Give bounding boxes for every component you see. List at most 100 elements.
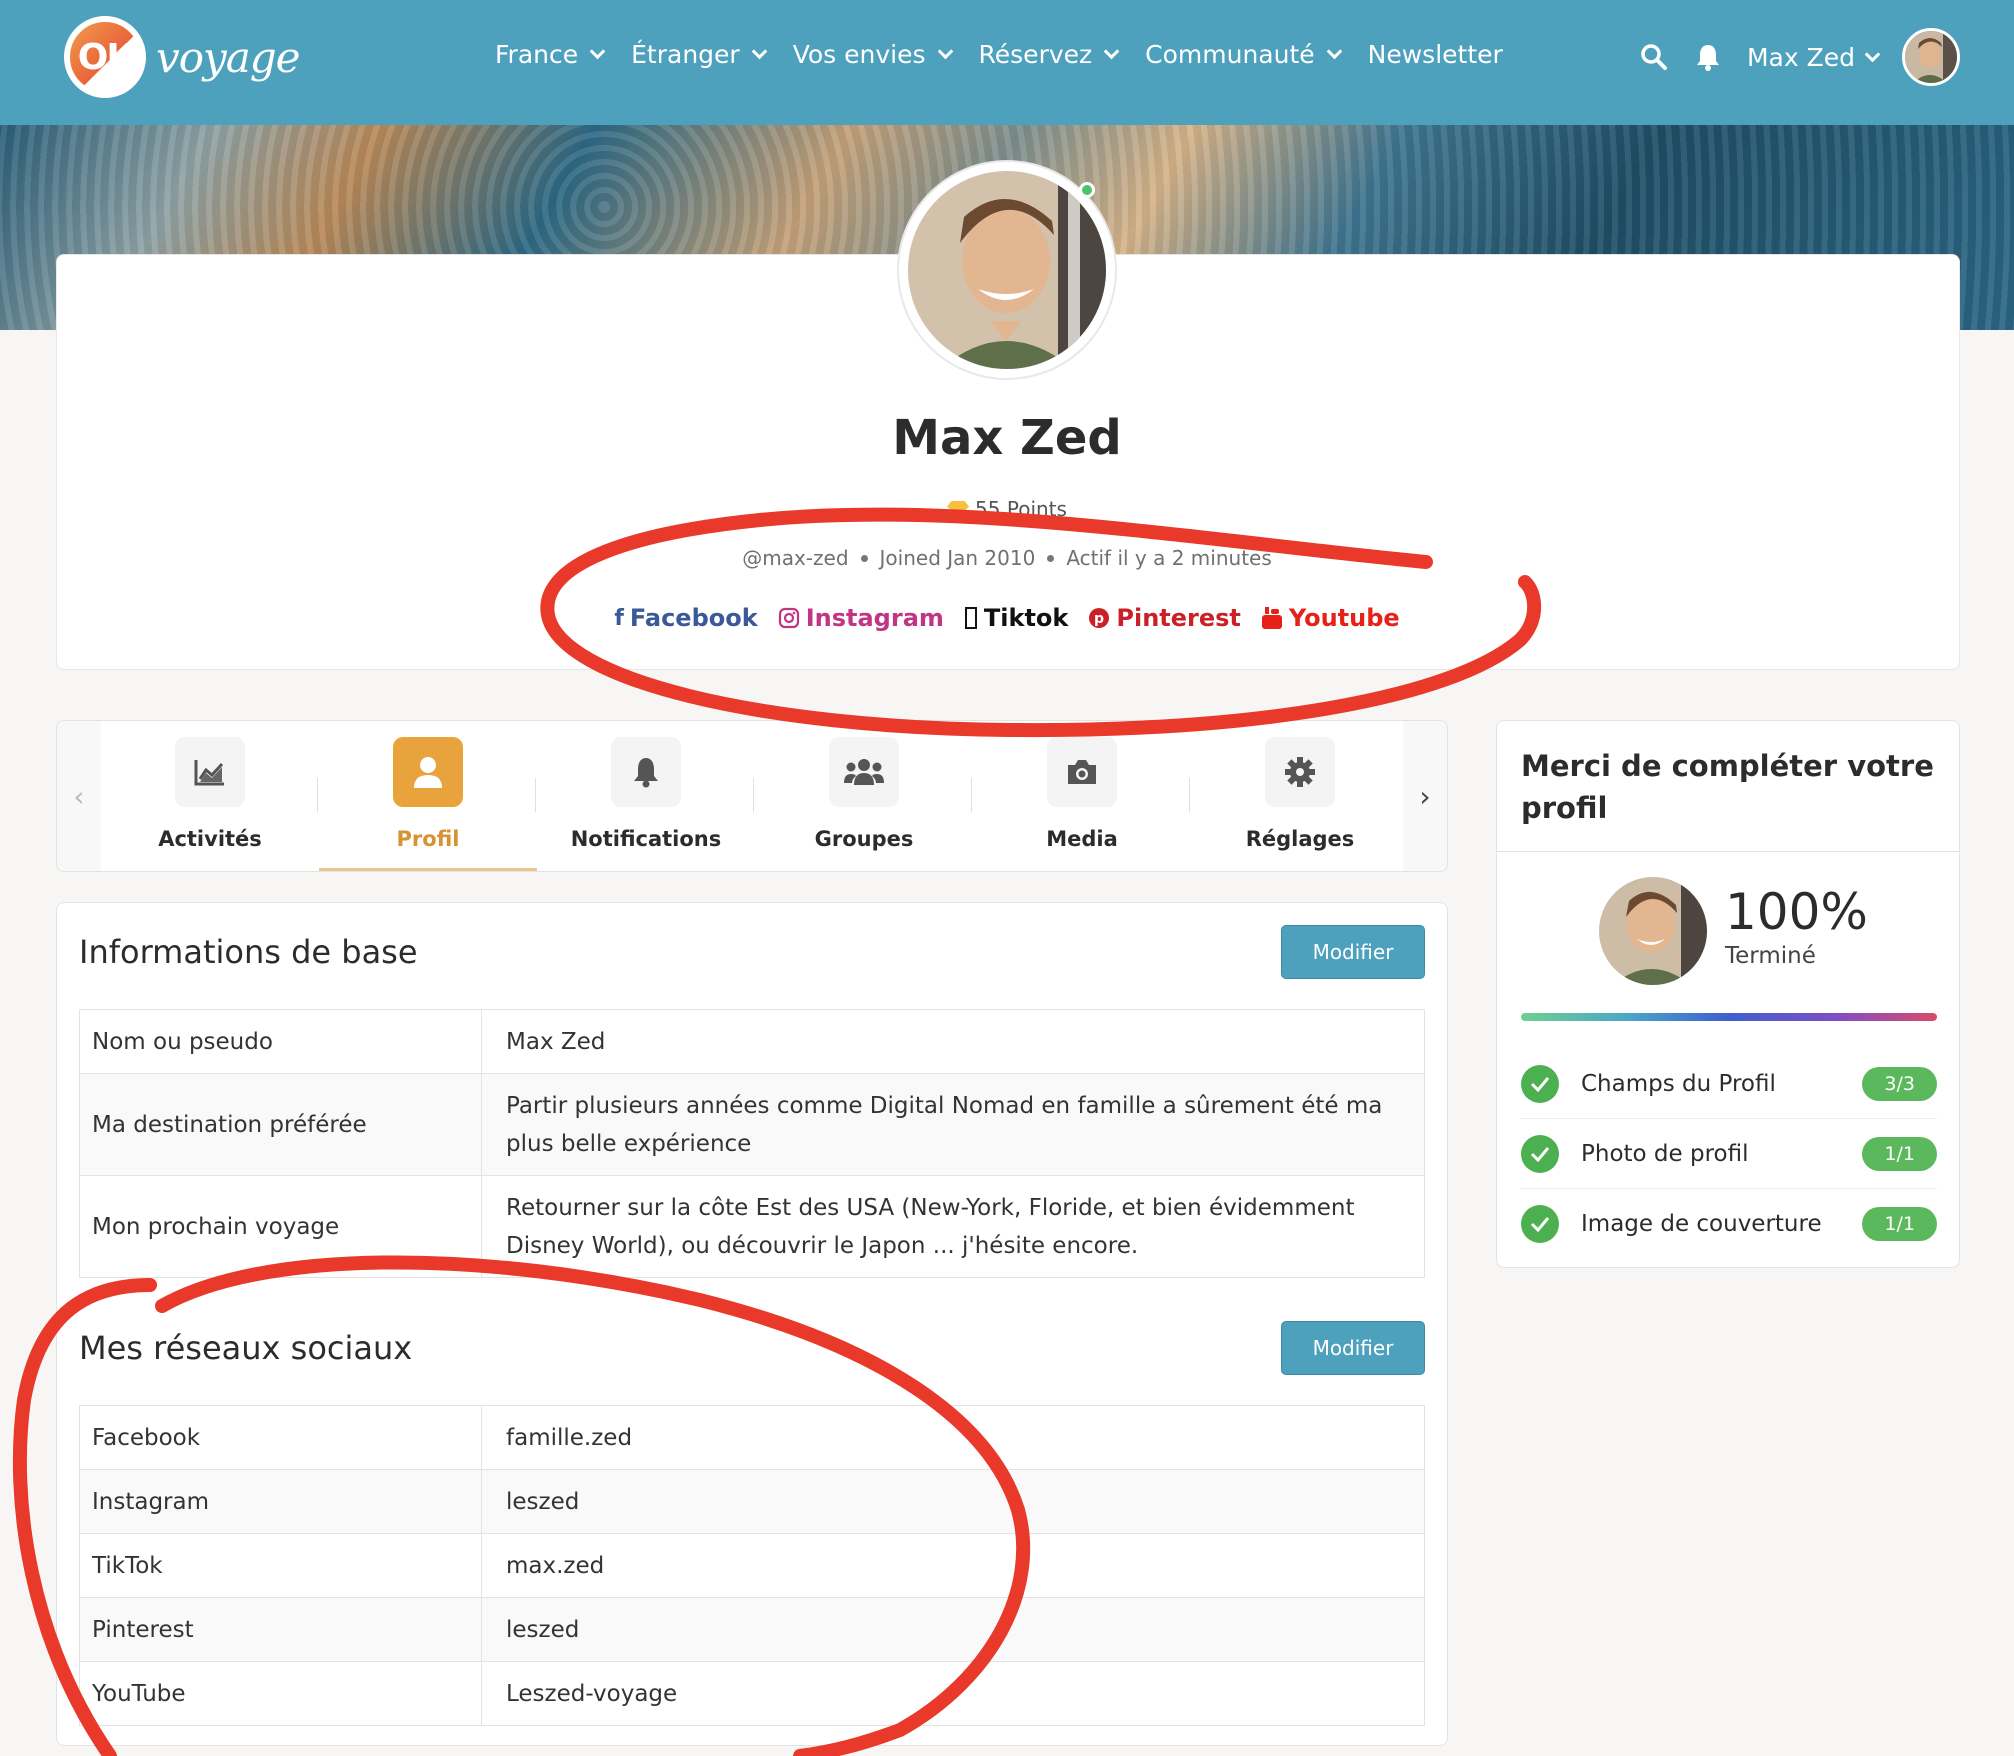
field-value: max.zed [481, 1533, 1425, 1598]
completion-title: Merci de compléter votre profil [1521, 749, 1934, 825]
user-menu[interactable]: Max Zed [1746, 42, 1881, 72]
online-status-dot [1079, 182, 1095, 198]
chevron-right-icon: › [1419, 779, 1431, 813]
completion-badge: 1/1 [1862, 1136, 1937, 1171]
edit-basic-info-button[interactable]: Modifier [1281, 925, 1425, 979]
basic-info-table: Nom ou pseudo Max Zed Ma destination préf… [79, 1009, 1425, 1278]
bell-icon [611, 737, 681, 807]
tab-label: Media [1046, 827, 1118, 851]
social-info-table: Facebook famille.zed Instagram leszed TikT… [79, 1405, 1425, 1726]
avatar [1599, 877, 1707, 985]
chart-icon [175, 737, 245, 807]
social-label: Tiktok [983, 604, 1069, 632]
nav-item-newsletter[interactable]: Newsletter [1368, 40, 1503, 69]
facebook-link[interactable]: f Facebook [614, 604, 757, 632]
section-title-basic-info: Informations de base [79, 933, 418, 971]
tab-divider [317, 778, 318, 812]
bell-icon[interactable] [1693, 42, 1723, 72]
tab-label: Réglages [1245, 827, 1355, 851]
points-badge: 55 Points [0, 497, 2014, 521]
avatar[interactable] [1902, 28, 1960, 86]
profile-last-active: Actif il y a 2 minutes [1066, 546, 1272, 570]
profile-completion-widget: Merci de compléter votre profil 100% Ter… [1496, 720, 1960, 1268]
nav-item-etranger[interactable]: Étranger [631, 40, 767, 69]
tab-groupes[interactable]: Groupes [755, 721, 973, 871]
profile-handle: @max-zed [742, 546, 849, 570]
social-label: Youtube [1288, 604, 1400, 632]
completion-item: Photo de profil 1/1 [1521, 1119, 1937, 1189]
tab-label: Notifications [570, 827, 722, 851]
tab-divider [535, 778, 536, 812]
completion-item-label: Photo de profil [1581, 1140, 1749, 1167]
pinterest-link[interactable]: p Pinterest [1088, 604, 1241, 632]
table-row: Nom ou pseudo Max Zed [79, 1009, 1425, 1074]
svg-text:p: p [1094, 611, 1104, 627]
social-label: Instagram [805, 604, 944, 632]
tab-label: Activités [158, 827, 262, 851]
completion-badge: 3/3 [1862, 1066, 1937, 1101]
nav-item-reservez[interactable]: Réservez [978, 40, 1120, 69]
completion-item: Champs du Profil 3/3 [1521, 1049, 1937, 1119]
tab-label: Profil [396, 827, 460, 851]
completion-status: Terminé [1725, 943, 1816, 969]
user-icon [393, 737, 463, 807]
completion-item: Image de couverture 1/1 [1521, 1189, 1937, 1259]
field-label: Nom ou pseudo [79, 1009, 482, 1074]
field-value: famille.zed [481, 1405, 1425, 1470]
field-value: leszed [481, 1469, 1425, 1534]
tab-label: Groupes [814, 827, 914, 851]
top-navigation-bar: OK voyage France Étranger Vos envies Rés… [0, 0, 2014, 125]
table-row: Facebook famille.zed [79, 1405, 1425, 1470]
field-value: Max Zed [481, 1009, 1425, 1074]
field-label: Instagram [79, 1469, 482, 1534]
field-label: Ma destination préférée [79, 1073, 482, 1176]
tab-activites[interactable]: Activités [101, 721, 319, 871]
nav-label: Étranger [631, 40, 740, 69]
tab-media[interactable]: Media [973, 721, 1191, 871]
table-row: Pinterest leszed [79, 1597, 1425, 1662]
header-user-area: Max Zed [1639, 28, 1960, 86]
camera-icon [1047, 737, 1117, 807]
completion-percent: 100% [1725, 883, 1868, 941]
separator-dot [860, 555, 868, 562]
search-icon[interactable] [1639, 42, 1669, 72]
logo-badge: OK [64, 16, 146, 98]
chevron-down-icon [1103, 43, 1120, 60]
youtube-link[interactable]: Youtube [1261, 604, 1400, 632]
nav-label: Communauté [1145, 40, 1315, 69]
tiktok-icon [964, 607, 977, 629]
edit-social-button[interactable]: Modifier [1281, 1321, 1425, 1375]
profile-joined: Joined Jan 2010 [879, 546, 1036, 570]
profile-name: Max Zed [892, 410, 1122, 466]
social-label: Facebook [629, 604, 758, 632]
nav-label: Réservez [978, 40, 1093, 69]
field-value: leszed [481, 1597, 1425, 1662]
tiktok-link[interactable]: Tiktok [964, 604, 1068, 632]
profile-photo [908, 171, 1106, 369]
tab-reglages[interactable]: Réglages [1191, 721, 1409, 871]
user-name-label: Max Zed [1746, 42, 1855, 72]
nav-item-france[interactable]: France [495, 40, 606, 69]
social-links: f Facebook Instagram Tiktok p Pinterest Y… [0, 604, 2014, 632]
users-icon [829, 737, 899, 807]
table-row: Ma destination préférée Partir plusieurs … [79, 1073, 1425, 1176]
instagram-link[interactable]: Instagram [778, 604, 944, 632]
field-label: TikTok [79, 1533, 482, 1598]
completion-progress-bar [1521, 1013, 1937, 1021]
tab-profil[interactable]: Profil [319, 721, 537, 871]
nav-item-communaute[interactable]: Communauté [1145, 40, 1342, 69]
chevron-down-icon [1326, 43, 1342, 60]
profile-info-card: Informations de base Modifier Nom ou pse… [56, 902, 1448, 1746]
pinterest-icon: p [1089, 608, 1110, 628]
field-value: Partir plusieurs années comme Digital No… [481, 1073, 1425, 1176]
tab-notifications[interactable]: Notifications [537, 721, 755, 871]
site-logo[interactable]: OK voyage [64, 16, 301, 98]
nav-item-vos-envies[interactable]: Vos envies [793, 40, 953, 69]
logo-ok-text: OK [77, 36, 134, 78]
tabs-scroll-left[interactable]: ‹ [57, 721, 101, 871]
table-row: Instagram leszed [79, 1469, 1425, 1534]
completion-item-label: Champs du Profil [1581, 1070, 1776, 1097]
tabs-scroll-right[interactable]: › [1403, 721, 1447, 871]
social-label: Pinterest [1116, 604, 1241, 632]
tab-divider [971, 778, 972, 812]
